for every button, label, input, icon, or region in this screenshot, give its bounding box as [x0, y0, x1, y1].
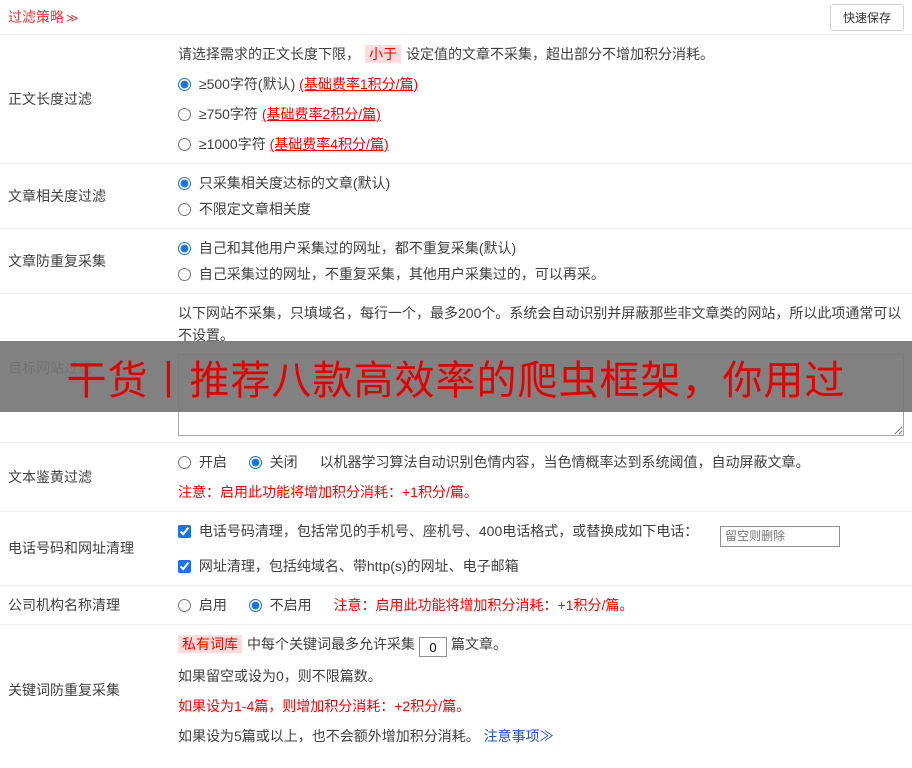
porn-option-off[interactable]: 关闭 — [248, 454, 302, 470]
highlight-less-than: 小于 — [365, 45, 401, 63]
length-radio-500[interactable] — [178, 78, 191, 91]
company-cleanup-label: 公司机构名称清理 — [8, 596, 120, 613]
relevance-option-strict-label: 只采集相关度达标的文章(默认) — [198, 175, 391, 191]
row-porn-filter: 文本鉴黄过滤 开启 关闭 以机器学习算法自动识别色情内容，当色情概率达到系统阈值… — [0, 443, 912, 512]
row-length-filter: 正文长度过滤 请选择需求的正文长度下限， 小于 设定值的文章不采集，超出部分不增加积… — [0, 35, 912, 164]
length-option-500-label: ≥500字符(默认) — [198, 76, 300, 92]
length-option-500[interactable]: ≥500字符(默认) (基础费率1积分/篇) — [178, 73, 904, 95]
phone-cleanup-checkbox[interactable] — [178, 525, 191, 538]
url-cleanup-checkbox[interactable] — [178, 559, 191, 573]
row-keyword-dedup: 关键词防重复采集 私有词库中每个关键词最多允许采集 篇文章。 如果留空或设为0，则… — [0, 625, 912, 756]
dedup-option-global[interactable]: 自己和其他用户采集过的网址，都不重复采集(默认) — [178, 237, 904, 259]
company-option-off-label: 不启用 — [269, 596, 312, 613]
porn-filter-note: 注意：启用此功能将增加积分消耗：+1积分/篇。 — [178, 484, 478, 500]
row-relevance-filter: 文章相关度过滤 只采集相关度达标的文章(默认) 不限定文章相关度 — [0, 164, 912, 229]
porn-radio-on[interactable] — [178, 456, 191, 469]
url-cleanup-line: 网址清理，包括纯域名、带http(s)的网址、电子邮箱 — [178, 555, 904, 577]
company-option-off[interactable]: 不启用 — [248, 596, 316, 613]
length-option-750-fee: (基础费率2积分/篇) — [261, 106, 381, 122]
relevance-option-any[interactable]: 不限定文章相关度 — [178, 198, 904, 220]
topbar: 过滤策略 ≫ 快速保存 — [0, 0, 912, 35]
dedup-option-self[interactable]: 自己采集过的网址，不重复采集，其他用户采集过的，可以再采。 — [178, 263, 904, 285]
keyword-rule-free: 如果设为5篇或以上，也不会额外增加积分消耗。 注意事项≫ — [178, 725, 904, 747]
keyword-limit-suffix: 篇文章。 — [451, 635, 507, 652]
company-radio-on[interactable] — [178, 598, 191, 612]
overlay-banner: 干货丨推荐八款高效率的爬虫框架，你用过 — [0, 341, 912, 412]
phone-cleanup-option[interactable]: 电话号码清理，包括常见的手机号、座机号、400电话格式，或替换成如下电话： — [178, 523, 702, 539]
company-option-on[interactable]: 启用 — [178, 597, 231, 613]
length-filter-label: 正文长度过滤 — [8, 91, 92, 107]
dedup-radio-global[interactable] — [178, 242, 191, 255]
dedup-option-global-label: 自己和其他用户采集过的网址，都不重复采集(默认) — [198, 240, 517, 256]
row-phone-url-cleanup: 电话号码和网址清理 电话号码清理，包括常见的手机号、座机号、400电话格式，或替… — [0, 512, 912, 586]
relevance-option-strict[interactable]: 只采集相关度达标的文章(默认) — [178, 172, 904, 194]
overlay-banner-text: 干货丨推荐八款高效率的爬虫框架，你用过 — [66, 358, 846, 403]
dedup-radio-self[interactable] — [178, 268, 191, 281]
keyword-rule-unlimited: 如果留空或设为0，则不限篇数。 — [178, 668, 382, 684]
length-intro-suffix: 设定值的文章不采集，超出部分不增加积分消耗。 — [406, 46, 714, 62]
company-cleanup-options: 启用 不启用 注意：启用此功能将增加积分消耗：+1积分/篇。 — [178, 594, 904, 616]
length-radio-750[interactable] — [178, 108, 191, 121]
phone-cleanup-line: 电话号码清理，包括常见的手机号、座机号、400电话格式，或替换成如下电话： — [178, 520, 904, 547]
company-option-on-label: 启用 — [198, 596, 227, 613]
phone-url-cleanup-label: 电话号码和网址清理 — [8, 540, 134, 557]
page-title[interactable]: 过滤策略 ≫ — [8, 7, 79, 27]
relevance-filter-label: 文章相关度过滤 — [8, 188, 106, 204]
target-site-description: 以下网站不采集，只填域名，每行一个，最多200个。系统会自动识别并屏蔽那些非文章… — [178, 305, 902, 343]
replacement-phone-input[interactable] — [720, 525, 841, 547]
length-option-1000-label: ≥1000字符 — [198, 136, 270, 152]
highlight-private-lexicon: 私有词库 — [178, 634, 242, 653]
porn-filter-options: 开启 关闭 以机器学习算法自动识别色情内容，当色情概率达到系统阈值，自动屏蔽文章… — [178, 451, 904, 473]
porn-option-on-label: 开启 — [198, 454, 227, 470]
keyword-dedup-label: 关键词防重复采集 — [8, 681, 120, 698]
length-option-750[interactable]: ≥750字符 (基础费率2积分/篇) — [178, 103, 904, 125]
dedup-option-self-label: 自己采集过的网址，不重复采集，其他用户采集过的，可以再采。 — [198, 266, 605, 282]
company-radio-off[interactable] — [248, 598, 262, 612]
keyword-limit-mid: 中每个关键词最多允许采集 — [247, 635, 415, 652]
row-dedup-filter: 文章防重复采集 自己和其他用户采集过的网址，都不重复采集(默认) 自己采集过的网… — [0, 229, 912, 294]
porn-radio-off[interactable] — [248, 456, 262, 469]
length-option-1000[interactable]: ≥1000字符 (基础费率4积分/篇) — [178, 133, 904, 155]
dedup-filter-label: 文章防重复采集 — [8, 253, 106, 269]
porn-filter-label: 文本鉴黄过滤 — [8, 469, 92, 485]
url-cleanup-text: 网址清理，包括纯域名、带http(s)的网址、电子邮箱 — [198, 557, 519, 574]
length-option-1000-fee: (基础费率4积分/篇) — [269, 136, 389, 152]
chevron-double-icon: ≫ — [66, 11, 79, 25]
notes-link[interactable]: 注意事项≫ — [484, 728, 554, 744]
length-radio-1000[interactable] — [178, 138, 191, 151]
length-intro-prefix: 请选择需求的正文长度下限， — [178, 46, 360, 62]
quick-save-button[interactable]: 快速保存 — [829, 3, 904, 31]
length-option-500-fee: (基础费率1积分/篇) — [299, 76, 419, 92]
relevance-radio-strict[interactable] — [178, 177, 191, 190]
keyword-limit-line: 私有词库中每个关键词最多允许采集 篇文章。 — [178, 633, 904, 657]
porn-option-on[interactable]: 开启 — [178, 454, 231, 470]
company-cleanup-note: 注意：启用此功能将增加积分消耗：+1积分/篇。 — [333, 596, 634, 613]
phone-cleanup-text: 电话号码清理，包括常见的手机号、座机号、400电话格式，或替换成如下电话： — [198, 523, 699, 539]
url-cleanup-option[interactable]: 网址清理，包括纯域名、带http(s)的网址、电子邮箱 — [178, 558, 519, 574]
length-option-750-label: ≥750字符 — [198, 106, 262, 122]
relevance-option-any-label: 不限定文章相关度 — [198, 201, 311, 217]
keyword-rule-fee: 如果设为1-4篇，则增加积分消耗：+2积分/篇。 — [178, 698, 471, 714]
porn-option-off-label: 关闭 — [269, 454, 298, 470]
keyword-rule-free-text: 如果设为5篇或以上，也不会额外增加积分消耗。 — [178, 728, 480, 744]
keyword-limit-input[interactable] — [419, 637, 447, 657]
porn-filter-description: 以机器学习算法自动识别色情内容，当色情概率达到系统阈值，自动屏蔽文章。 — [319, 454, 810, 470]
page-title-text: 过滤策略 — [8, 9, 64, 25]
relevance-radio-any[interactable] — [178, 203, 191, 216]
length-intro: 请选择需求的正文长度下限， 小于 设定值的文章不采集，超出部分不增加积分消耗。 — [178, 43, 904, 65]
row-company-cleanup: 公司机构名称清理 启用 不启用 注意：启用此功能将增加积分消耗：+1积分/篇。 — [0, 586, 912, 625]
